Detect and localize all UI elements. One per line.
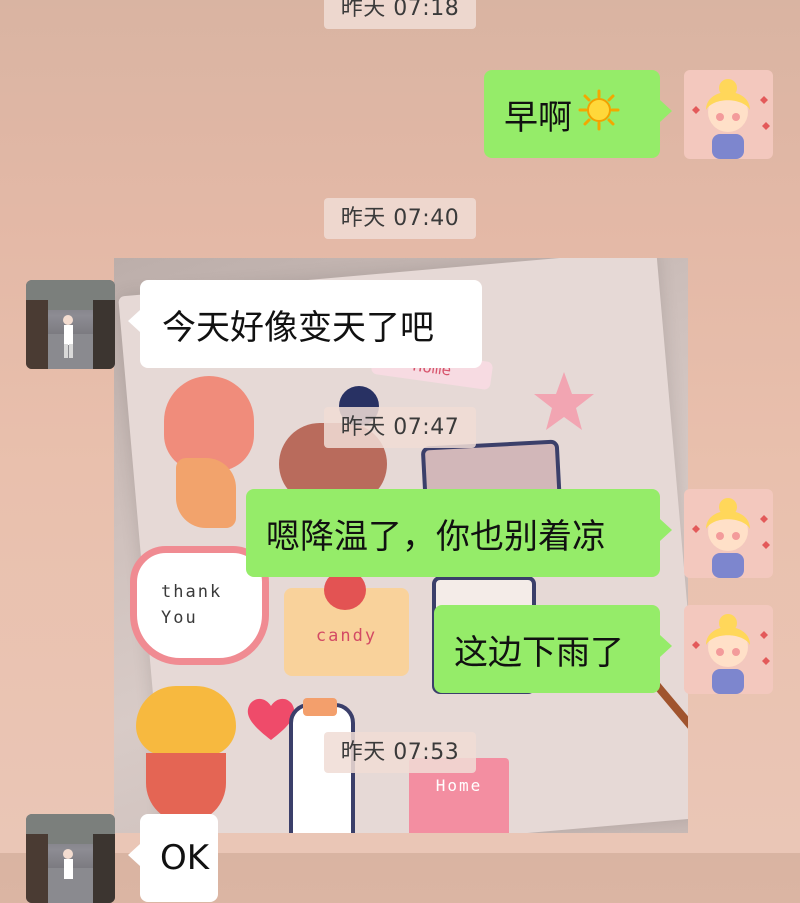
timestamp: 昨天 07:47 bbox=[324, 407, 476, 448]
sun-emoji-icon bbox=[578, 89, 620, 140]
my-avatar[interactable] bbox=[684, 489, 773, 578]
contact-avatar[interactable] bbox=[26, 814, 115, 903]
star-sticker bbox=[534, 372, 594, 430]
timestamp: 昨天 07:53 bbox=[324, 732, 476, 773]
incoming-message-bubble[interactable]: OK bbox=[128, 814, 218, 902]
outgoing-message-bubble[interactable]: 早啊 bbox=[484, 70, 672, 158]
timestamp: 昨天 07:40 bbox=[324, 198, 476, 239]
outgoing-message-bubble[interactable]: 这边下雨了 bbox=[434, 605, 672, 693]
yellow-bear-sticker bbox=[136, 686, 236, 756]
outgoing-message-bubble[interactable]: 嗯降温了，你也别着凉 bbox=[246, 489, 672, 577]
message-text: 今天好像变天了吧 bbox=[162, 307, 434, 348]
bear-stem-sticker bbox=[176, 458, 236, 528]
message-text: 嗯降温了，你也别着凉 bbox=[266, 516, 606, 557]
contact-avatar[interactable] bbox=[26, 280, 115, 369]
message-text: 这边下雨了 bbox=[454, 632, 624, 673]
message-text: 早啊 bbox=[504, 97, 572, 138]
my-avatar[interactable] bbox=[684, 70, 773, 159]
timestamp: 昨天 07:18 bbox=[324, 0, 476, 29]
bear-sticker bbox=[164, 376, 254, 471]
milk-cap-sticker bbox=[303, 698, 337, 716]
incoming-message-bubble[interactable]: 今天好像变天了吧 bbox=[128, 280, 482, 368]
my-avatar[interactable] bbox=[684, 605, 773, 694]
message-text: OK bbox=[160, 838, 210, 878]
